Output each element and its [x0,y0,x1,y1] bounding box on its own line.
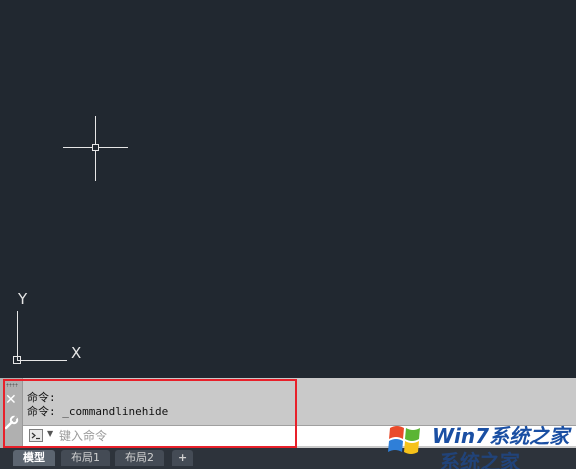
tab-layout2[interactable]: 布局2 [115,450,164,466]
windows-logo-icon [388,426,420,454]
tab-model[interactable]: 模型 [13,450,55,466]
add-layout-button[interactable]: + [172,450,194,466]
ucs-x-axis [17,360,67,361]
crosshair-pickbox [92,144,99,151]
watermark-text: Win7系统之家 [432,424,570,448]
ucs-origin-box [13,356,21,364]
watermark: Win7系统之家 系统之家 [380,412,576,469]
ucs-y-axis [17,311,18,361]
drawing-canvas[interactable]: Y X [0,0,576,378]
watermark-text-secondary: 系统之家 [440,450,520,469]
tab-layout1[interactable]: 布局1 [61,450,110,466]
ucs-y-label: Y [18,290,28,308]
highlight-annotation-box [3,379,297,448]
ucs-x-label: X [71,344,82,362]
